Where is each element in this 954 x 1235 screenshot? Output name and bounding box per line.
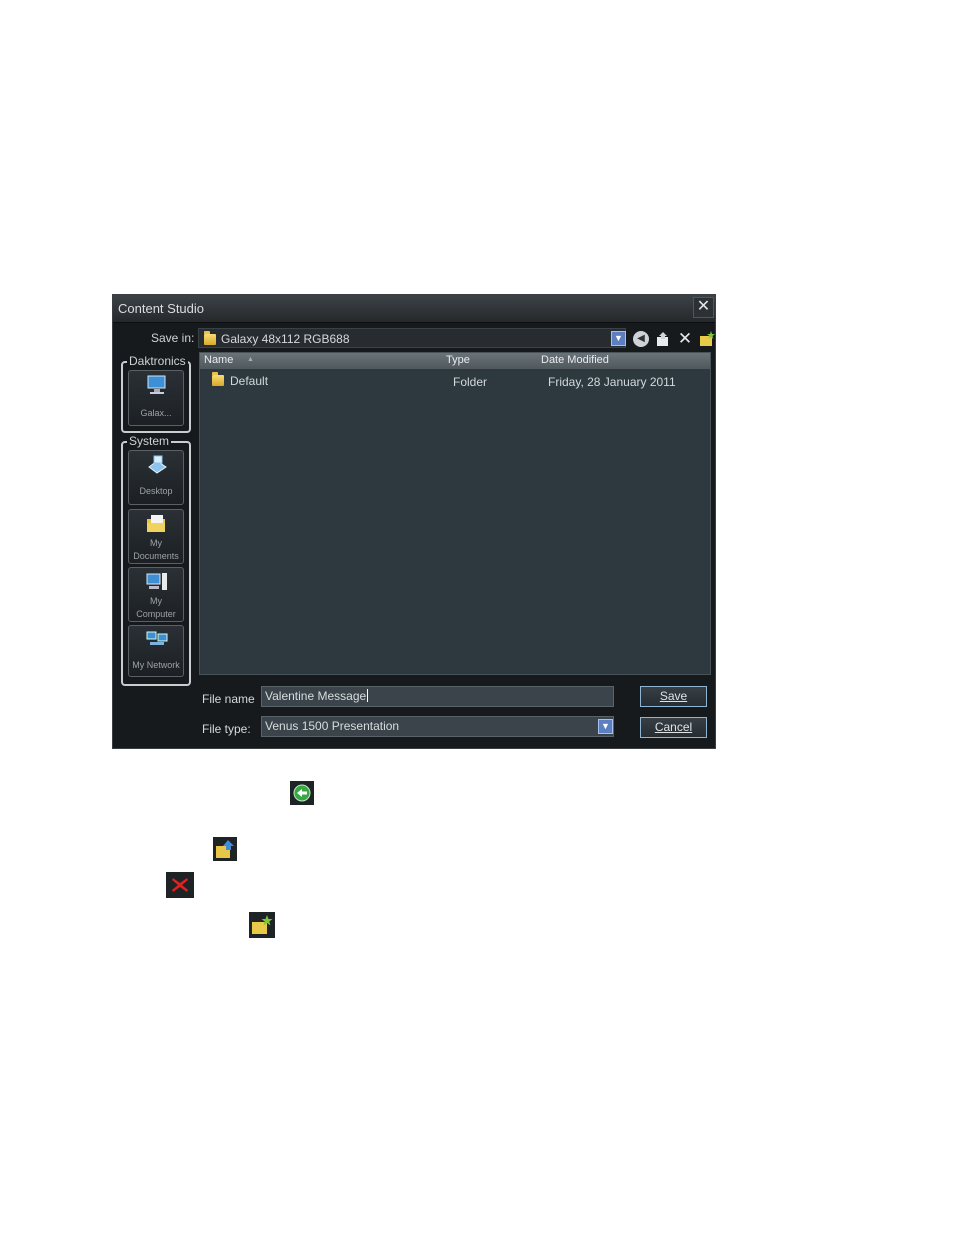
documents-icon [147,515,165,532]
place-label-line2: Computer [136,609,176,619]
places-group-daktronics: Daktronics Galax... [121,354,191,433]
dropdown-icon[interactable]: ▼ [598,719,613,734]
cancel-button[interactable]: Cancel [640,717,707,738]
new-folder-icon[interactable] [699,331,715,347]
up-folder-icon[interactable] [655,331,671,347]
column-name[interactable]: Name [204,354,233,366]
delete-icon[interactable]: ✕ [677,330,693,347]
window-title: Content Studio [118,301,205,316]
column-header-row: Name ▲ Type Date Modified [200,353,710,369]
folder-icon [212,372,224,386]
group-label-system: System [127,434,172,448]
file-name-value: Valentine Message [265,689,367,703]
file-list[interactable]: Name ▲ Type Date Modified Default Folder… [199,352,711,675]
save-in-label: Save in: [151,331,195,345]
place-my-documents[interactable]: My Documents [128,509,184,564]
up-folder-icon [213,837,237,861]
column-type[interactable]: Type [446,354,470,366]
back-icon [290,781,314,805]
delete-icon [166,872,194,898]
computer-icon [146,573,167,590]
desktop-icon [148,455,167,474]
title-bar[interactable]: Content Studio ✕ [113,295,715,323]
save-dialog: Content Studio ✕ Save in: Galaxy 48x112 … [112,294,716,749]
file-type-value: Venus 1500 Presentation [265,719,400,733]
group-label-daktronics: Daktronics [127,354,188,368]
place-galaxy[interactable]: Galax... [128,370,184,426]
file-name-label: File name [202,692,255,706]
place-label-line1: My [150,596,162,606]
text-cursor [367,689,369,702]
file-type-dropdown[interactable]: Venus 1500 Presentation ▼ [261,716,614,737]
save-button[interactable]: Save [640,686,707,707]
file-name-field[interactable]: Valentine Message [261,686,614,707]
new-folder-icon [249,912,275,938]
network-icon [146,631,168,645]
item-name: Default [230,374,269,388]
places-group-system: System Desktop My Documents My Computer … [121,434,191,686]
item-date: Friday, 28 January 2011 [548,375,676,389]
file-type-label: File type: [202,722,251,736]
close-icon: ✕ [696,298,711,315]
place-label-line1: My [150,538,162,548]
sort-ascending-icon: ▲ [247,356,254,363]
save-in-dropdown[interactable]: Galaxy 48x112 RGB688 ▼ [198,328,626,348]
place-my-computer[interactable]: My Computer [128,567,184,622]
dropdown-icon[interactable]: ▼ [611,331,626,346]
monitor-icon [147,375,166,394]
folder-icon [204,331,216,345]
save-in-value: Galaxy 48x112 RGB688 [221,332,350,346]
column-date-modified[interactable]: Date Modified [541,354,609,366]
item-type: Folder [453,375,488,389]
place-label: Galax... [140,408,172,418]
place-label: My Network [132,660,180,670]
back-icon[interactable]: ◀ [633,331,649,347]
close-button[interactable]: ✕ [693,297,714,318]
place-desktop[interactable]: Desktop [128,450,184,505]
place-label-line2: Documents [133,551,179,561]
place-my-network[interactable]: My Network [128,625,184,677]
place-label: Desktop [139,486,173,496]
